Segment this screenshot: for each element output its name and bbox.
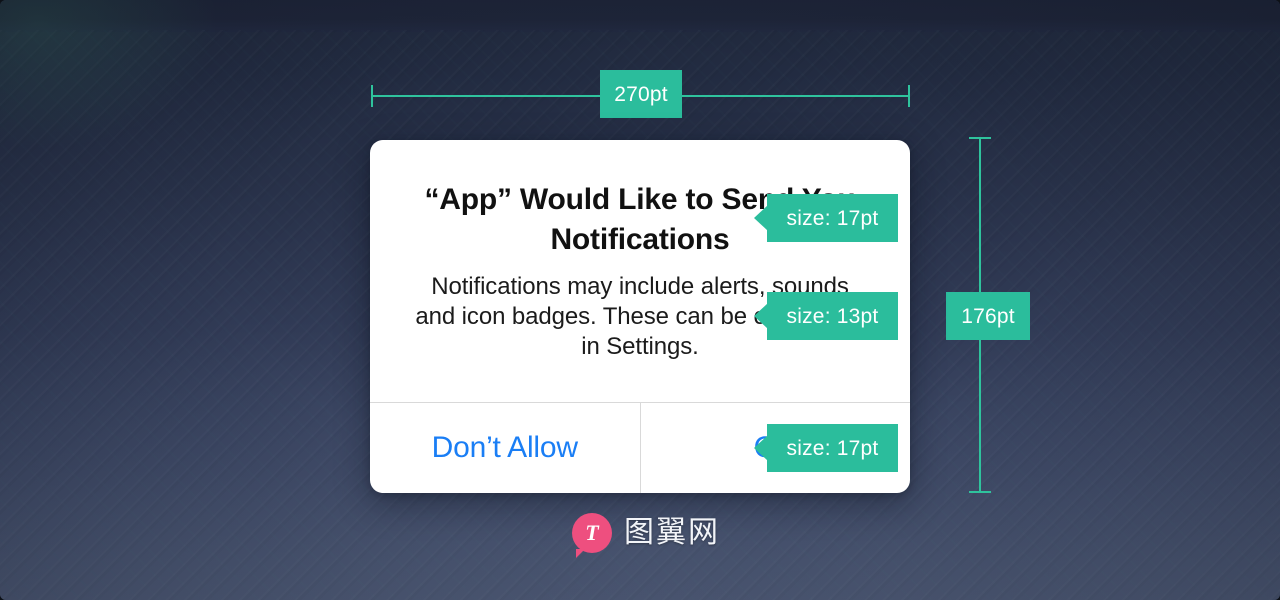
button-font-size-badge: size: 17pt: [767, 424, 898, 472]
ruler-cap-right: [908, 85, 910, 107]
ruler-cap-top: [969, 137, 991, 139]
title-font-size-badge: size: 17pt: [767, 194, 898, 242]
watermark-text: 图翼网: [624, 516, 720, 549]
watermark-logo-letter: T: [585, 520, 599, 545]
ruler-cap-left: [371, 85, 373, 107]
height-measurement-badge: 176pt: [946, 292, 1030, 340]
width-measurement-badge: 270pt: [600, 70, 682, 118]
message-font-size-badge: size: 13pt: [767, 292, 898, 340]
screenshot-canvas: 270pt 176pt “App” Would Like to Send You…: [0, 0, 1280, 600]
watermark: T 图翼网: [572, 513, 720, 558]
ruler-cap-bottom: [969, 491, 991, 493]
background-top-band: [0, 0, 1280, 32]
watermark-logo-icon: T: [572, 513, 612, 558]
dont-allow-button[interactable]: Don’t Allow: [370, 403, 640, 493]
dialog-content: “App” Would Like to Send You Notificatio…: [370, 140, 910, 402]
